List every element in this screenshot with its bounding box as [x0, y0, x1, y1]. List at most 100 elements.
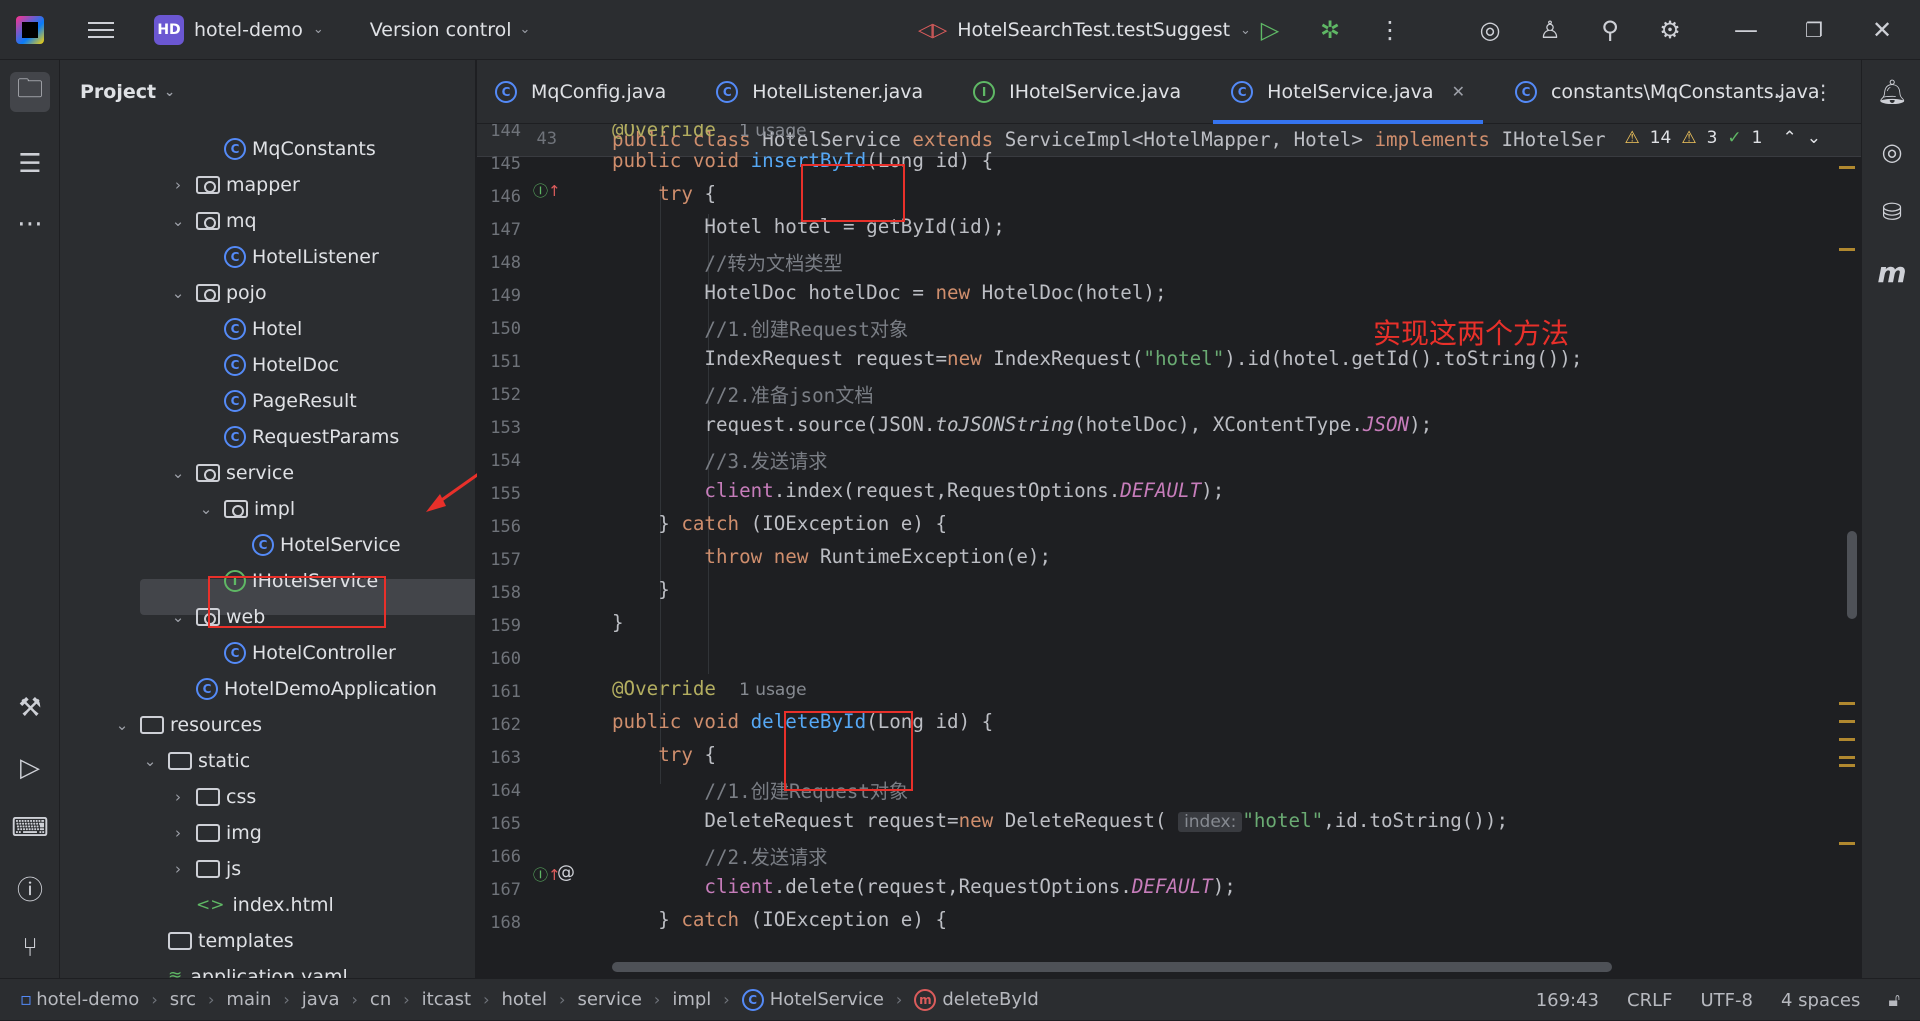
- breadcrumb-item[interactable]: main: [226, 989, 271, 1010]
- tree-item[interactable]: templates: [140, 923, 294, 959]
- chevron-down-icon[interactable]: ⌄: [140, 752, 160, 770]
- breadcrumb-item[interactable]: cn: [370, 989, 391, 1010]
- tree-item[interactable]: ⌄ impl: [196, 491, 295, 527]
- restore-window-icon[interactable]: ❐: [1780, 0, 1848, 60]
- tree-item[interactable]: › js: [168, 851, 241, 887]
- line-number: 149: [490, 286, 521, 306]
- tree-item[interactable]: <> index.html: [168, 887, 334, 923]
- close-tab-icon[interactable]: ✕: [1452, 82, 1465, 101]
- read-only-lock-icon[interactable]: 🔓︎: [1888, 990, 1900, 1011]
- caret-position[interactable]: 169:43: [1536, 990, 1599, 1011]
- editor-tab[interactable]: C HotelListener.java: [698, 60, 941, 124]
- tree-item[interactable]: C HotelService: [224, 527, 401, 563]
- chevron-down-icon[interactable]: ⌄: [168, 284, 188, 302]
- chevron-down-icon[interactable]: ⌄: [168, 608, 188, 626]
- tab-options-icon[interactable]: ⋮: [1813, 80, 1833, 104]
- breadcrumb-item[interactable]: hotel: [501, 989, 547, 1010]
- tree-item[interactable]: C RequestParams: [196, 419, 399, 455]
- indent-setting[interactable]: 4 spaces: [1781, 990, 1860, 1011]
- project-switcher[interactable]: HD hotel-demo ⌄: [154, 14, 324, 45]
- version-control-menu[interactable]: Version control ⌄: [370, 19, 531, 41]
- chevron-down-icon[interactable]: ⌄: [168, 212, 188, 230]
- breadcrumb-item[interactable]: src: [170, 989, 196, 1010]
- debug-icon[interactable]: ✲: [1300, 0, 1360, 60]
- terminal-icon[interactable]: ⌨: [10, 808, 50, 848]
- database-icon[interactable]: ⛁: [1872, 192, 1912, 232]
- tree-item[interactable]: C PageResult: [196, 383, 357, 419]
- tree-item[interactable]: C HotelListener: [196, 239, 379, 275]
- git-branch-icon[interactable]: ⑂: [10, 928, 50, 968]
- breadcrumb-item[interactable]: HotelService: [770, 989, 884, 1010]
- tab-list-chevron-icon[interactable]: ⌄: [1772, 82, 1787, 103]
- editor-tab[interactable]: I IHotelService.java: [955, 60, 1199, 124]
- chevron-down-icon[interactable]: ⌄: [112, 716, 132, 734]
- tree-item[interactable]: › img: [168, 815, 262, 851]
- tree-item[interactable]: ⌄ pojo: [168, 275, 267, 311]
- problems-icon[interactable]: ⓘ: [10, 868, 50, 908]
- project-folder-icon[interactable]: 🗀: [10, 72, 50, 112]
- chevron-right-icon[interactable]: ›: [168, 176, 188, 194]
- services-icon[interactable]: ▷: [10, 748, 50, 788]
- breadcrumb-item[interactable]: deleteById: [942, 989, 1038, 1010]
- breadcrumb-item[interactable]: itcast: [422, 989, 471, 1010]
- tree-item[interactable]: ⌄ static: [140, 743, 250, 779]
- editor-horizontal-scrollbar[interactable]: [612, 962, 1612, 972]
- editor-tab[interactable]: C MqConfig.java: [477, 60, 684, 124]
- tree-item[interactable]: › mapper: [168, 167, 300, 203]
- search-icon[interactable]: ⚲: [1580, 0, 1640, 60]
- chevron-right-icon[interactable]: ›: [168, 788, 188, 806]
- main-menu-icon[interactable]: [88, 21, 114, 38]
- chevron-down-icon: ⌄: [164, 84, 175, 100]
- breadcrumb-item[interactable]: hotel-demo: [36, 989, 139, 1010]
- more-actions-icon[interactable]: ⋮: [1360, 0, 1420, 60]
- structure-icon[interactable]: ☰: [10, 144, 50, 184]
- line-number: 158: [490, 583, 521, 603]
- ai-chat-icon[interactable]: ◎: [1872, 132, 1912, 172]
- close-window-icon[interactable]: ✕: [1848, 0, 1916, 60]
- tree-item[interactable]: ⌄ service: [168, 455, 294, 491]
- class-icon: C: [741, 988, 764, 1011]
- interface-icon: I: [973, 80, 996, 103]
- notifications-bell-icon[interactable]: 🔔︎: [1872, 72, 1912, 112]
- usage-hint[interactable]: 1 usage: [739, 680, 807, 700]
- breadcrumb-item[interactable]: service: [577, 989, 641, 1010]
- gutter-implements-icon[interactable]: Ⓘ↑: [533, 180, 561, 201]
- line-ending[interactable]: CRLF: [1627, 990, 1672, 1011]
- chevron-down-icon[interactable]: ⌄: [196, 500, 216, 518]
- editor-tab[interactable]: C HotelService.java ✕: [1213, 60, 1483, 124]
- highlight-box-hotelservice: [208, 576, 386, 628]
- settings-gear-icon[interactable]: ⚙: [1640, 0, 1700, 60]
- class-icon: C: [224, 390, 246, 412]
- tree-item[interactable]: ≋ application.yaml: [140, 959, 348, 978]
- breadcrumb-item[interactable]: impl: [672, 989, 711, 1010]
- tree-item[interactable]: C HotelController: [196, 635, 396, 671]
- inspection-widget[interactable]: ⚠ 14 ⚠ 3 ✓ 1 ⌃ ⌄: [1624, 128, 1821, 148]
- run-config-label: HotelSearchTest.testSuggest: [957, 19, 1231, 41]
- ai-assistant-icon[interactable]: ◎: [1460, 0, 1520, 60]
- tree-item[interactable]: ⌄ mq: [168, 203, 257, 239]
- tree-item[interactable]: C HotelDemoApplication: [168, 671, 437, 707]
- editor-vertical-scrollbar[interactable]: [1847, 531, 1857, 619]
- code-editor[interactable]: 43 public class HotelService extends Ser…: [477, 124, 1861, 976]
- build-hammer-icon[interactable]: ⚒: [10, 688, 50, 728]
- chevron-down-icon[interactable]: ⌄: [168, 464, 188, 482]
- tree-item[interactable]: ⌄ resources: [112, 707, 262, 743]
- chevron-right-icon[interactable]: ›: [168, 860, 188, 878]
- chevron-right-icon[interactable]: ›: [168, 824, 188, 842]
- gutter-mapping-icon[interactable]: @: [557, 862, 575, 883]
- tree-item[interactable]: C MqConstants: [196, 131, 376, 167]
- file-encoding[interactable]: UTF-8: [1700, 990, 1752, 1011]
- prev-highlight-icon[interactable]: ⌃: [1783, 128, 1797, 148]
- more-tools-icon[interactable]: ⋯: [10, 204, 50, 244]
- minimize-window-icon[interactable]: —: [1712, 0, 1780, 60]
- add-user-icon[interactable]: ♙: [1520, 0, 1580, 60]
- run-configuration-selector[interactable]: ◁▷ HotelSearchTest.testSuggest ⌄: [918, 0, 1251, 60]
- maven-icon[interactable]: m: [1872, 252, 1912, 292]
- run-icon[interactable]: ▷: [1240, 0, 1300, 60]
- tree-item[interactable]: C HotelDoc: [196, 347, 339, 383]
- next-highlight-icon[interactable]: ⌄: [1807, 128, 1821, 148]
- tree-item[interactable]: C Hotel: [196, 311, 302, 347]
- breadcrumb-item[interactable]: java: [302, 989, 340, 1010]
- project-panel-header[interactable]: Project ⌄: [60, 60, 475, 124]
- tree-item[interactable]: › css: [168, 779, 256, 815]
